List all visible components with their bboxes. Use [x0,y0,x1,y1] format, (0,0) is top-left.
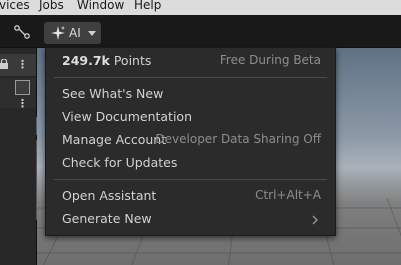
plan-status: Free During Beta [219,53,321,67]
menu-item-manage-account[interactable]: Manage Account [62,132,166,147]
points-label: Points [113,53,152,68]
menubar: vices Jobs Window Help [0,0,401,15]
kebab-menu-icon[interactable]: ⋮ [17,58,28,71]
data-sharing-status: Developer Data Sharing Off [155,132,321,146]
ai-button-label: AI [69,26,81,40]
ai-menu-button[interactable]: AI [44,22,101,44]
menu-item-check-updates[interactable]: Check for Updates [62,155,177,170]
points-value: 249.7k [62,53,110,68]
kebab-menu-icon[interactable]: ⋮ [17,97,28,110]
menu-item-open-assistant[interactable]: Open Assistant [62,188,156,203]
graph-nodes-icon[interactable] [13,24,31,40]
menu-window[interactable]: Window [77,0,124,12]
open-assistant-shortcut: Ctrl+Alt+A [255,188,321,202]
overlay-tool-icon[interactable] [15,80,30,95]
menu-help[interactable]: Help [134,0,161,12]
menu-item-whats-new[interactable]: See What's New [62,86,163,101]
inspector-panel: ⋮ ⋮ [0,48,37,265]
ai-dropdown-menu: 249.7k Points Free During Beta See What'… [45,47,336,236]
menu-separator [54,77,327,78]
menu-services[interactable]: vices [0,0,30,12]
sparkle-icon [51,26,65,40]
menu-item-view-documentation[interactable]: View Documentation [62,109,192,124]
menu-separator [54,179,327,180]
caret-down-icon [87,30,96,36]
lock-icon[interactable] [0,59,8,69]
chevron-right-icon [312,215,318,225]
points-display: 249.7k Points [62,53,151,68]
menu-item-generate-new[interactable]: Generate New [62,211,152,226]
menu-jobs[interactable]: Jobs [39,0,64,12]
